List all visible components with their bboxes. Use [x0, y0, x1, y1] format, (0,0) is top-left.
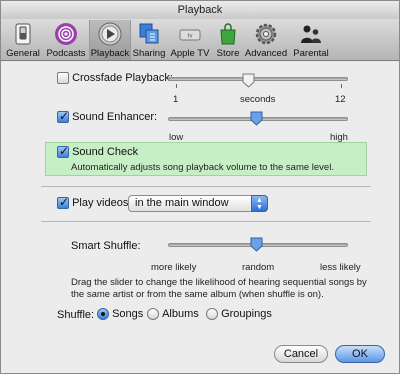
sound-check-label: Sound Check — [72, 146, 139, 159]
sound-enhancer-row: Sound Enhancer: — [57, 109, 158, 124]
sound-enhancer-slider-knob[interactable] — [250, 111, 263, 126]
tab-label: Podcasts — [46, 48, 86, 59]
podcasts-icon — [55, 23, 77, 45]
window-title: Playback — [1, 1, 399, 19]
tab-label: Apple TV — [170, 48, 210, 59]
tab-label: General — [6, 48, 40, 59]
popup-arrows-icon: ▲ ▼ — [251, 195, 268, 212]
songs-label: Songs — [112, 308, 144, 321]
tab-playback[interactable]: Playback — [89, 20, 131, 60]
ok-button[interactable]: OK — [335, 345, 385, 363]
smart-shuffle-slider-knob[interactable] — [250, 237, 263, 252]
separator — [41, 186, 371, 187]
play-videos-checkbox[interactable] — [57, 195, 69, 210]
smart-shuffle-label: Smart Shuffle: — [71, 240, 141, 252]
apple-tv-icon: tv — [179, 29, 201, 41]
tab-label: Sharing — [132, 48, 166, 59]
shuffle-option-songs[interactable]: Songs — [97, 308, 144, 321]
slider-tick — [176, 84, 177, 88]
play-videos-row: Play videos: — [57, 195, 132, 210]
preferences-window: Playback General Podcasts Playback Shari… — [0, 0, 400, 374]
playback-pane: Crossfade Playback: 1 seconds 12 Sound E… — [1, 62, 399, 373]
crossfade-min-label: 1 — [173, 94, 179, 105]
albums-label: Albums — [162, 308, 199, 321]
shuffle-option-albums[interactable]: Albums — [147, 308, 199, 321]
smart-shuffle-help-line2: the same artist or from the same album (… — [71, 289, 324, 300]
svg-text:tv: tv — [188, 34, 193, 40]
crossfade-slider-knob[interactable] — [242, 73, 255, 88]
crossfade-slider-track[interactable] — [168, 77, 348, 81]
sound-check-row: Sound Check — [57, 144, 139, 159]
cancel-button[interactable]: Cancel — [274, 345, 328, 363]
tab-store[interactable]: Store — [213, 20, 243, 60]
slider-tick — [341, 84, 342, 88]
tab-parental[interactable]: Parental — [289, 20, 333, 60]
play-videos-label: Play videos: — [72, 197, 132, 210]
tab-apple-tv[interactable]: tv Apple TV — [167, 20, 213, 60]
albums-radio[interactable] — [147, 308, 159, 321]
general-switch-icon — [15, 23, 31, 45]
parental-people-icon — [301, 25, 321, 43]
tab-label: Parental — [293, 48, 329, 59]
tab-label: Store — [216, 48, 240, 59]
tab-general[interactable]: General — [3, 20, 43, 60]
groupings-label: Groupings — [221, 308, 272, 321]
sound-enhancer-label: Sound Enhancer: — [72, 111, 158, 124]
preferences-toolbar: General Podcasts Playback Sharing tv App… — [1, 19, 399, 61]
smart-shuffle-left-label: more likely — [151, 262, 197, 273]
tab-podcasts[interactable]: Podcasts — [43, 20, 89, 60]
shuffle-label: Shuffle: — [57, 309, 95, 321]
shuffle-option-groupings[interactable]: Groupings — [206, 308, 272, 321]
tab-sharing[interactable]: Sharing — [131, 20, 167, 60]
groupings-radio[interactable] — [206, 308, 218, 321]
sharing-icon — [139, 23, 159, 44]
play-icon — [98, 22, 122, 46]
play-videos-selected: in the main window — [135, 197, 229, 209]
sound-check-description: Automatically adjusts song playback volu… — [71, 162, 334, 173]
crossfade-max-label: 12 — [335, 94, 346, 105]
separator — [41, 221, 371, 222]
sound-check-checkbox[interactable] — [57, 144, 69, 159]
tab-label: Advanced — [244, 48, 288, 59]
smart-shuffle-help-line1: Drag the slider to change the likelihood… — [71, 277, 367, 288]
store-bag-icon — [220, 23, 236, 45]
crossfade-row: Crossfade Playback: — [57, 72, 173, 85]
gear-icon — [255, 23, 277, 45]
tab-advanced[interactable]: Advanced — [243, 20, 289, 60]
play-videos-popup[interactable]: in the main window ▲ ▼ — [128, 195, 268, 212]
smart-shuffle-mid-label: random — [242, 262, 275, 273]
sound-enhancer-checkbox[interactable] — [57, 109, 69, 124]
crossfade-mid-label: seconds — [240, 94, 276, 105]
songs-radio[interactable] — [97, 308, 109, 321]
crossfade-label: Crossfade Playback: — [72, 72, 173, 85]
tab-label: Playback — [90, 48, 130, 59]
smart-shuffle-right-label: less likely — [320, 262, 361, 273]
crossfade-checkbox[interactable] — [57, 72, 69, 85]
